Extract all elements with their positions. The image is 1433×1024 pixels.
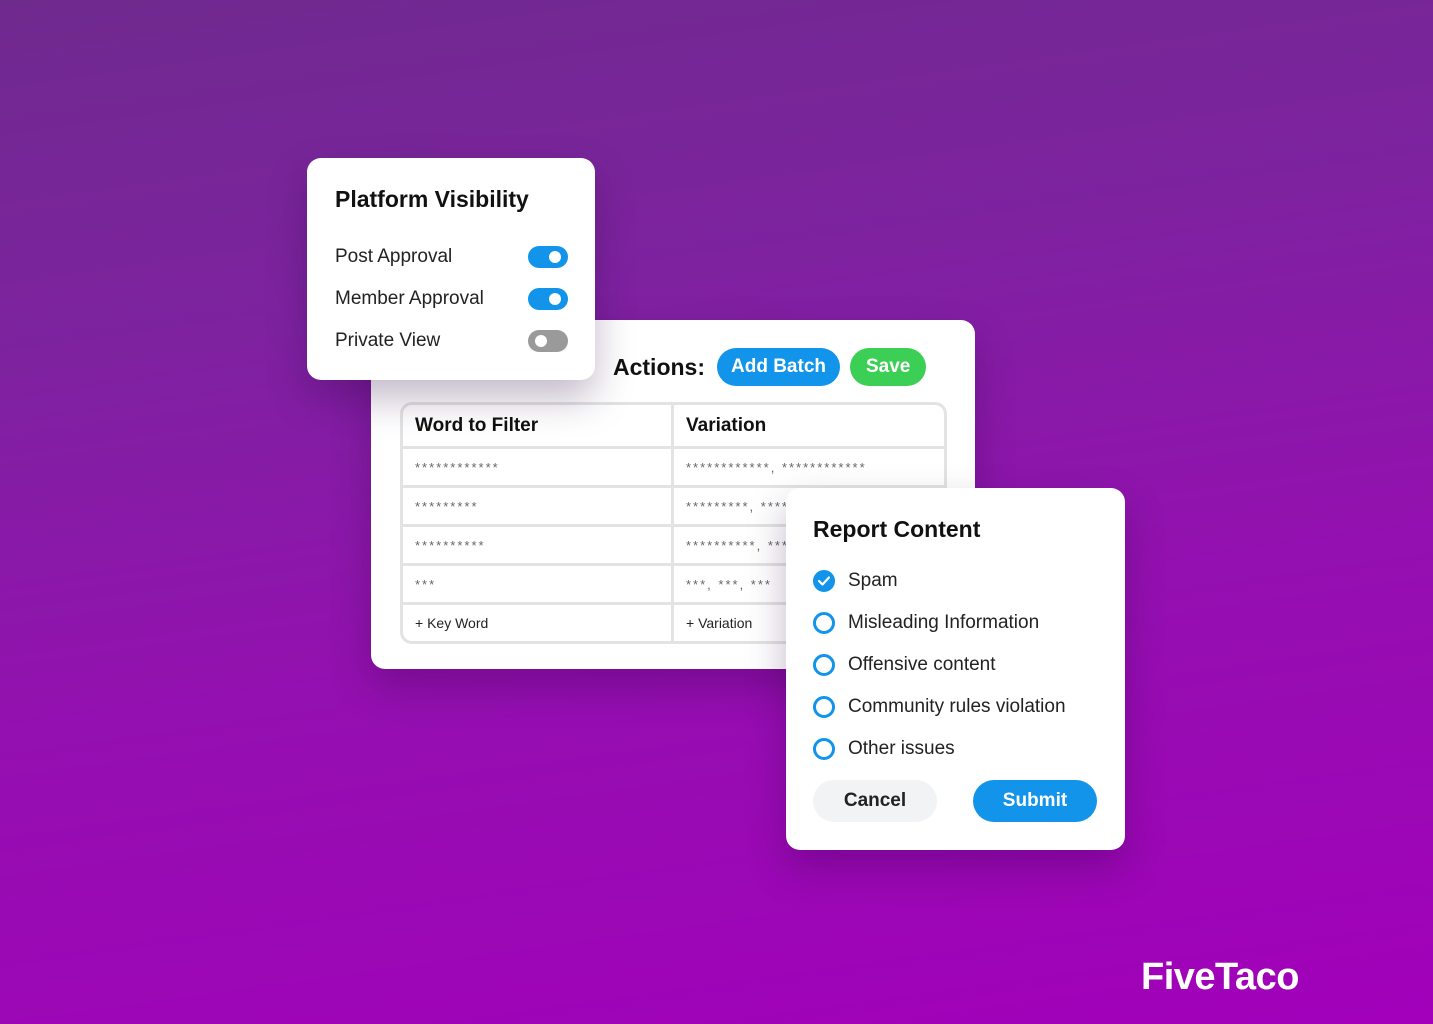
report-option-spam[interactable]: Spam — [813, 567, 898, 595]
option-label: Misleading Information — [848, 612, 1040, 633]
add-keyword-button[interactable]: + Key Word — [403, 605, 674, 641]
radio-icon[interactable] — [813, 696, 835, 718]
post-approval-toggle[interactable] — [528, 246, 568, 268]
word-cell[interactable]: ************ — [403, 449, 674, 485]
word-cell[interactable]: *** — [403, 566, 674, 602]
brand-logo: FiveTaco — [1141, 956, 1299, 998]
report-option-other[interactable]: Other issues — [813, 735, 955, 763]
private-view-toggle[interactable] — [528, 330, 568, 352]
add-batch-button[interactable]: Add Batch — [717, 348, 840, 386]
column-header-word: Word to Filter — [403, 405, 674, 446]
radio-icon[interactable] — [813, 654, 835, 676]
table-row[interactable]: ************ ************, ************ — [403, 446, 944, 485]
submit-button[interactable]: Submit — [973, 780, 1097, 822]
radio-icon[interactable] — [813, 612, 835, 634]
actions-bar: Actions: Add Batch Save — [613, 348, 927, 386]
word-cell[interactable]: ********** — [403, 527, 674, 563]
table-header-row: Word to Filter Variation — [403, 405, 944, 446]
report-option-community-rules[interactable]: Community rules violation — [813, 693, 1066, 721]
platform-visibility-title: Platform Visibility — [335, 186, 529, 212]
word-cell[interactable]: ********* — [403, 488, 674, 524]
cancel-button[interactable]: Cancel — [813, 780, 937, 822]
toggle-label: Private View — [335, 330, 441, 351]
report-content-dialog: Report Content Spam Misleading Informati… — [786, 488, 1125, 850]
toggle-knob — [549, 293, 561, 305]
check-icon[interactable] — [813, 570, 835, 592]
option-label: Offensive content — [848, 654, 996, 675]
report-content-title: Report Content — [813, 516, 981, 542]
report-option-offensive[interactable]: Offensive content — [813, 651, 996, 679]
toggle-knob — [549, 251, 561, 263]
option-label: Spam — [848, 570, 898, 591]
toggle-row-private-view: Private View — [335, 326, 568, 356]
member-approval-toggle[interactable] — [528, 288, 568, 310]
platform-visibility-panel: Platform Visibility Post Approval Member… — [307, 158, 595, 380]
toggle-row-post-approval: Post Approval — [335, 242, 568, 272]
toggle-label: Post Approval — [335, 246, 453, 267]
save-button[interactable]: Save — [850, 348, 927, 386]
variation-cell[interactable]: ************, ************ — [674, 449, 944, 485]
radio-icon[interactable] — [813, 738, 835, 760]
toggle-label: Member Approval — [335, 288, 484, 309]
actions-label: Actions: — [613, 353, 705, 380]
report-option-misleading[interactable]: Misleading Information — [813, 609, 1039, 637]
column-header-variation: Variation — [686, 414, 767, 436]
toggle-knob — [535, 335, 547, 347]
option-label: Other issues — [848, 738, 955, 759]
option-label: Community rules violation — [848, 696, 1066, 717]
toggle-row-member-approval: Member Approval — [335, 284, 568, 314]
